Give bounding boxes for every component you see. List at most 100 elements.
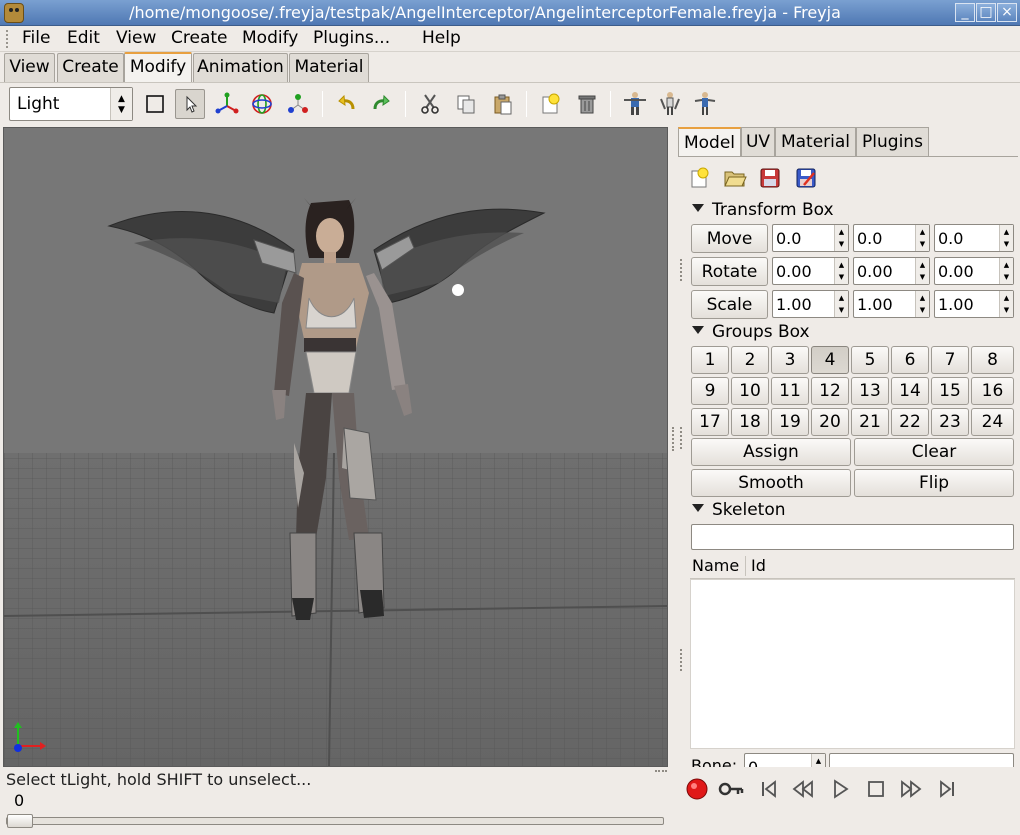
group-button-1[interactable]: 1 <box>691 346 729 374</box>
group-button-24[interactable]: 24 <box>971 408 1014 436</box>
group-button-8[interactable]: 8 <box>971 346 1014 374</box>
menu-help[interactable]: Help <box>422 28 461 48</box>
tab-model[interactable]: Model <box>678 127 741 157</box>
rotate-x-spin[interactable]: 0.00 ▲ ▼ <box>772 257 849 285</box>
timeline-handle[interactable] <box>7 814 33 828</box>
app-icon[interactable] <box>4 3 24 23</box>
tab-modify[interactable]: Modify <box>124 52 192 82</box>
group-button-9[interactable]: 9 <box>691 377 729 405</box>
copy-icon[interactable] <box>451 89 481 119</box>
move-x-spin[interactable]: 0.0 ▲ ▼ <box>772 224 849 252</box>
save-icon[interactable] <box>756 165 784 191</box>
bone-spin[interactable]: 0▲▼ <box>744 753 826 767</box>
group-button-20[interactable]: 20 <box>811 408 849 436</box>
skeleton-header[interactable]: Skeleton <box>692 500 786 520</box>
delete-icon[interactable] <box>572 89 602 119</box>
maximize-button[interactable]: □ <box>976 3 996 22</box>
move-y-spin[interactable]: 0.0 ▲ ▼ <box>853 224 930 252</box>
rotate-button[interactable]: Rotate <box>691 257 768 286</box>
rotate-y-spin[interactable]: 0.00 ▲ ▼ <box>853 257 930 285</box>
close-button[interactable]: × <box>997 3 1017 22</box>
group-button-17[interactable]: 17 <box>691 408 729 436</box>
group-button-21[interactable]: 21 <box>851 408 889 436</box>
smooth-button[interactable]: Smooth <box>691 469 851 497</box>
group-button-13[interactable]: 13 <box>851 377 889 405</box>
tab-animation[interactable]: Animation <box>193 53 288 82</box>
group-button-7[interactable]: 7 <box>931 346 969 374</box>
fast-forward-icon[interactable] <box>896 774 926 804</box>
group-button-14[interactable]: 14 <box>891 377 929 405</box>
move-button[interactable]: Move <box>691 224 768 253</box>
group-button-11[interactable]: 11 <box>771 377 809 405</box>
play-icon[interactable] <box>825 774 855 804</box>
group-button-3[interactable]: 3 <box>771 346 809 374</box>
status-splitter[interactable] <box>655 770 667 788</box>
group-button-22[interactable]: 22 <box>891 408 929 436</box>
rotate-z-spin[interactable]: 0.00 ▲ ▼ <box>934 257 1014 285</box>
tab-material[interactable]: Material <box>289 53 369 82</box>
new-icon[interactable] <box>535 89 565 119</box>
scale-x-spin[interactable]: 1.00 ▲ ▼ <box>772 290 849 318</box>
save-as-icon[interactable] <box>792 165 820 191</box>
redo-icon[interactable] <box>366 89 396 119</box>
rotate-rings-icon[interactable] <box>247 89 277 119</box>
group-button-6[interactable]: 6 <box>891 346 929 374</box>
scale-button[interactable]: Scale <box>691 290 768 319</box>
pose-icon-2[interactable] <box>655 89 685 119</box>
column-name[interactable]: Name <box>692 556 739 575</box>
minimize-button[interactable]: _ <box>955 3 975 22</box>
cut-icon[interactable] <box>415 89 445 119</box>
move-z-spin[interactable]: 0.0 ▲ ▼ <box>934 224 1014 252</box>
transform-box-header[interactable]: Transform Box <box>692 200 834 220</box>
menu-modify[interactable]: Modify <box>242 28 298 48</box>
undo-icon[interactable] <box>332 89 362 119</box>
skeleton-search-input[interactable] <box>691 524 1014 550</box>
group-button-19[interactable]: 19 <box>771 408 809 436</box>
light-position-marker[interactable] <box>452 284 464 296</box>
pose-icon-3[interactable] <box>690 89 720 119</box>
group-button-5[interactable]: 5 <box>851 346 889 374</box>
move-axes-icon[interactable] <box>212 89 242 119</box>
menu-plugins[interactable]: Plugins... <box>313 28 390 48</box>
go-end-icon[interactable] <box>932 774 962 804</box>
tab-view[interactable]: View <box>4 53 55 82</box>
paste-icon[interactable] <box>488 89 518 119</box>
group-button-12[interactable]: 12 <box>811 377 849 405</box>
scale-z-spin[interactable]: 1.00 ▲ ▼ <box>934 290 1014 318</box>
open-folder-icon[interactable] <box>721 165 749 191</box>
select-box-icon[interactable] <box>140 89 170 119</box>
bone-list[interactable] <box>690 579 1015 749</box>
mode-combo-box[interactable]: Light ▲ ▼ <box>9 87 133 121</box>
scale-y-spin[interactable]: 1.00 ▲ ▼ <box>853 290 930 318</box>
assign-button[interactable]: Assign <box>691 438 851 466</box>
menu-edit[interactable]: Edit <box>67 28 100 48</box>
menu-view[interactable]: View <box>116 28 156 48</box>
menu-file[interactable]: File <box>22 28 50 48</box>
pointer-icon[interactable] <box>175 89 205 119</box>
group-button-4[interactable]: 4 <box>811 346 849 374</box>
stop-icon[interactable] <box>861 774 891 804</box>
menu-grip-handle[interactable] <box>6 30 10 48</box>
record-icon[interactable] <box>682 774 712 804</box>
clear-button[interactable]: Clear <box>854 438 1014 466</box>
pane-splitter[interactable] <box>670 127 676 767</box>
bone-name-input[interactable] <box>829 753 1014 767</box>
group-button-2[interactable]: 2 <box>731 346 769 374</box>
3d-viewport[interactable] <box>3 127 668 767</box>
group-button-16[interactable]: 16 <box>971 377 1014 405</box>
vertex-points-icon[interactable] <box>283 89 313 119</box>
group-button-15[interactable]: 15 <box>931 377 969 405</box>
menu-create[interactable]: Create <box>171 28 228 48</box>
groups-box-header[interactable]: Groups Box <box>692 322 810 342</box>
tab-create[interactable]: Create <box>57 53 124 82</box>
group-button-23[interactable]: 23 <box>931 408 969 436</box>
key-icon[interactable] <box>716 774 746 804</box>
tab-panel-material[interactable]: Material <box>775 127 856 157</box>
flip-button[interactable]: Flip <box>854 469 1014 497</box>
tab-plugins[interactable]: Plugins <box>856 127 929 157</box>
group-button-18[interactable]: 18 <box>731 408 769 436</box>
pose-icon-1[interactable] <box>620 89 650 119</box>
go-start-icon[interactable] <box>754 774 784 804</box>
new-file-icon[interactable] <box>685 165 713 191</box>
column-id[interactable]: Id <box>751 556 766 575</box>
